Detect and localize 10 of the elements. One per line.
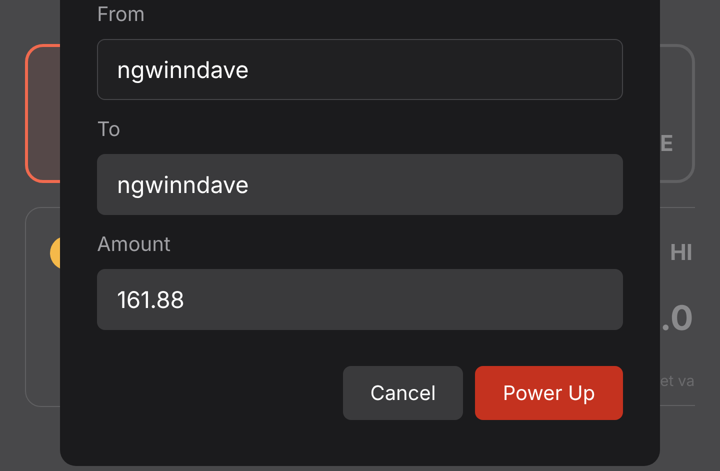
field-label: Amount (97, 232, 172, 256)
field-label: To (97, 117, 122, 141)
stat-value: .0 (660, 302, 694, 336)
card-label: E (660, 130, 674, 159)
input-field[interactable]: 161.88 (97, 269, 623, 330)
input-field[interactable]: ngwinndave (97, 154, 623, 215)
field-label: From (97, 2, 146, 26)
cancel-button[interactable]: Cancel (343, 366, 463, 420)
power-up-button[interactable]: Power Up (475, 366, 623, 420)
stat-heading: HI (670, 242, 693, 264)
